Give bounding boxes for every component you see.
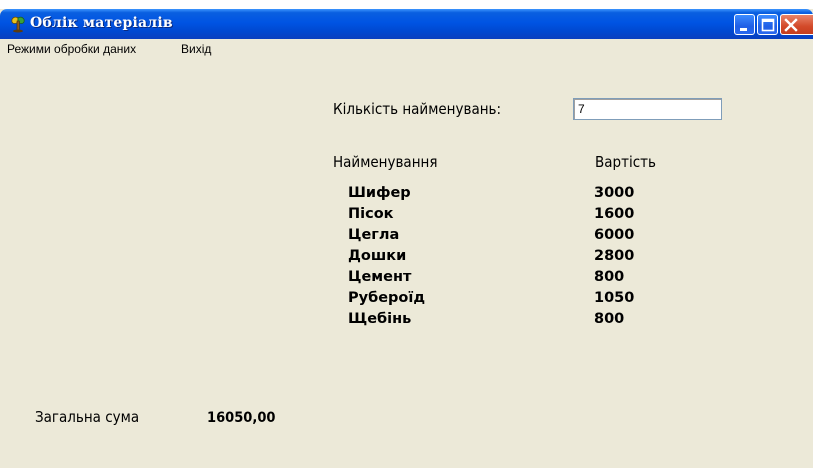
material-name: Шифер	[348, 185, 411, 201]
material-cost: 3000	[594, 185, 635, 201]
cost-column-header: Вартість	[595, 153, 656, 171]
window-title: Облік матеріалів	[30, 15, 173, 31]
material-name: Дошки	[348, 248, 407, 264]
material-name: Цемент	[348, 269, 412, 285]
material-name-list: Шифер Пісок Цегла Дошки Цемент Руберoїд …	[348, 183, 425, 330]
menu-data-processing-modes[interactable]: Режими обробки даних	[7, 42, 136, 56]
count-label: Кількість найменувань:	[333, 100, 502, 118]
total-value: 16050,00	[207, 410, 276, 426]
material-cost: 800	[594, 269, 625, 285]
material-name: Цегла	[348, 227, 400, 243]
material-cost-list: 3000 1600 6000 2800 800 1050 800	[594, 183, 634, 330]
name-column-header: Найменування	[333, 153, 438, 171]
close-icon	[784, 18, 798, 32]
total-label: Загальна сума	[35, 408, 140, 426]
close-button[interactable]	[780, 14, 813, 35]
app-icon[interactable]	[9, 15, 27, 33]
material-cost: 1050	[594, 290, 635, 306]
material-name: Пісок	[348, 206, 394, 222]
count-input[interactable]: 7	[573, 98, 722, 120]
menu-bar: Режими обробки даних Вихід	[0, 39, 813, 59]
material-cost: 6000	[594, 227, 635, 243]
material-name: Руберoїд	[348, 290, 426, 306]
minimize-button[interactable]	[734, 14, 755, 35]
app-window: Облік матеріалів Режими обробки даних Ви…	[0, 9, 813, 468]
maximize-icon	[761, 18, 775, 32]
title-bar[interactable]: Облік матеріалів	[0, 9, 813, 39]
material-cost: 2800	[594, 248, 635, 264]
maximize-button[interactable]	[757, 14, 778, 35]
material-cost: 800	[594, 311, 625, 327]
menu-exit[interactable]: Вихід	[181, 42, 211, 56]
minimize-icon	[740, 28, 747, 31]
material-cost: 1600	[594, 206, 635, 222]
material-name: Щебінь	[348, 311, 412, 327]
